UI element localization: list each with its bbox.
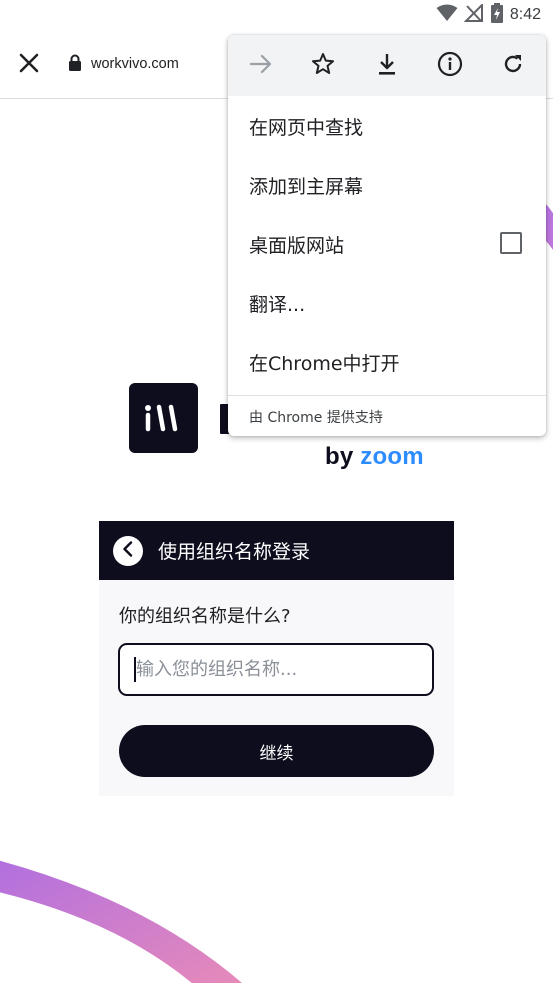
close-icon [19,53,39,77]
url-bar[interactable]: workvivo.com [68,52,179,76]
desktop-site-checkbox[interactable] [500,232,522,254]
bookmark-star-icon [311,52,335,80]
no-signal-icon [463,2,484,26]
lock-icon [68,54,82,75]
workvivo-logo [129,383,198,453]
menu-icon-row [228,35,546,96]
top-right-arc [545,203,553,250]
battery-charging-icon [490,3,504,27]
back-button[interactable] [113,536,143,566]
continue-button[interactable]: 继续 [119,725,434,777]
download-icon [376,52,398,80]
download-button[interactable] [373,52,401,80]
menu-divider [228,395,546,396]
status-time: 8:42 [509,6,541,23]
menu-item-translate[interactable]: 翻译... [249,290,305,317]
reload-button[interactable] [499,52,527,80]
org-name-question: 你的组织名称是什么? [119,606,291,627]
info-icon [437,51,463,81]
byline-zoom: zoom [360,443,424,470]
bottom-left-arc [0,860,242,983]
card-title: 使用组织名称登录 [158,541,311,563]
url-text: workvivo.com [91,56,179,72]
close-button[interactable] [14,50,44,80]
menu-footer: 由 Chrome 提供支持 [249,410,383,426]
org-login-card: 使用组织名称登录 你的组织名称是什么? 继续 [99,521,454,796]
forward-arrow-icon [249,54,273,78]
by-zoom-tagline: by zoom [325,443,424,471]
menu-item-desktop-site[interactable]: 桌面版网站 [249,231,344,258]
wifi-icon [436,4,458,26]
menu-item-open-in-chrome[interactable]: 在Chrome中打开 [249,349,400,376]
menu-item-add-to-home[interactable]: 添加到主屏幕 [249,172,363,199]
page-info-button[interactable] [436,51,464,81]
menu-item-find-in-page[interactable]: 在网页中查找 [249,113,363,140]
byline-by: by [325,443,354,470]
status-bar: 8:42 [0,0,553,30]
chrome-overflow-menu: 在网页中查找 添加到主屏幕 桌面版网站 翻译... 在Chrome中打开 由 C… [228,35,546,436]
forward-button[interactable] [247,52,275,80]
reload-icon [501,52,525,80]
chevron-left-icon [121,541,135,561]
card-header: 使用组织名称登录 [99,521,454,580]
text-caret [134,657,136,682]
org-name-input[interactable] [118,643,434,696]
bookmark-button[interactable] [309,52,337,80]
